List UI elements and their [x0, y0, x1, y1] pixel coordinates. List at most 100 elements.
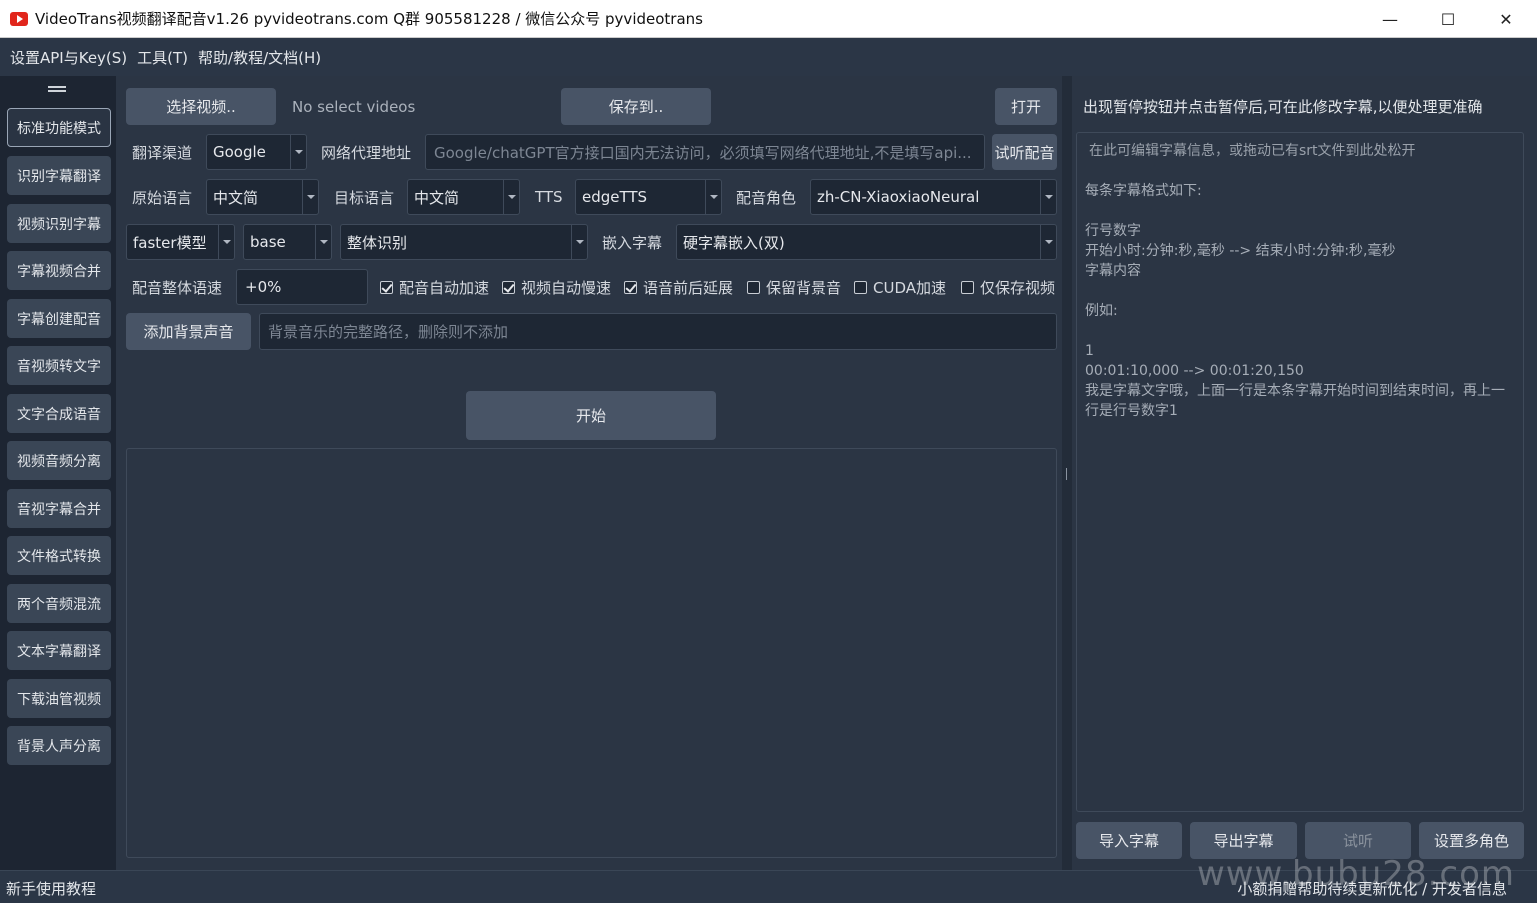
checkbox-label: 配音自动加速: [399, 278, 490, 297]
sidebar-item-format-convert[interactable]: 文件格式转换: [7, 536, 111, 575]
subtitle-editor-placeholder: 在此可编辑字幕信息，或拖动已有srt文件到此处松开: [1089, 143, 1416, 159]
log-output-area[interactable]: [126, 448, 1057, 858]
listen-dub-button[interactable]: 试听配音: [992, 134, 1057, 170]
subtitle-tip-text: 出现暂停按钮并点击暂停后,可在此修改字幕,以便处理更准确: [1083, 98, 1483, 116]
close-button[interactable]: ✕: [1477, 0, 1535, 38]
add-bgm-button[interactable]: 添加背景声音: [126, 313, 251, 350]
sidebar-item-vocal-separate[interactable]: 背景人声分离: [7, 726, 111, 765]
speed-label: 配音整体语速: [132, 278, 223, 297]
model-type-select[interactable]: faster模型: [126, 224, 235, 260]
target-language-select[interactable]: 中文简: [407, 179, 520, 215]
editor-line: 00:01:10,000 --> 00:01:20,150: [1085, 363, 1304, 379]
checkbox-checked-icon: [624, 280, 637, 294]
recognition-mode-value: 整体识别: [347, 233, 408, 252]
multi-role-button[interactable]: 设置多角色: [1419, 822, 1524, 859]
app-logo-icon: [10, 11, 28, 26]
save-to-button[interactable]: 保存到..: [561, 88, 711, 125]
checkbox-label: 视频自动慢速: [521, 278, 612, 297]
sidebar: 标准功能模式 识别字幕翻译 视频识别字幕 字幕视频合并 字幕创建配音 音视频转文…: [0, 76, 116, 870]
editor-line: 字幕内容: [1085, 263, 1141, 279]
editor-line: 开始小时:分钟:秒,毫秒 --> 结束小时:分钟:秒,毫秒: [1085, 243, 1396, 259]
menu-bar: 设置API与Key(S) 工具(T) 帮助/教程/文档(H): [0, 38, 1537, 76]
sidebar-item-standard-mode[interactable]: 标准功能模式: [7, 108, 111, 147]
tts-label: TTS: [535, 188, 563, 206]
chevron-down-icon: [315, 225, 331, 259]
model-size-value: base: [250, 233, 286, 251]
sidebar-item-audio-mix[interactable]: 两个音频混流: [7, 584, 111, 623]
translate-channel-select[interactable]: Google: [206, 134, 307, 170]
sidebar-item-av-separate[interactable]: 视频音频分离: [7, 441, 111, 480]
tts-value: edgeTTS: [582, 188, 648, 206]
checkbox-label: CUDA加速: [873, 278, 947, 297]
editor-line: 例如:: [1085, 303, 1118, 319]
subtitle-editor[interactable]: 在此可编辑字幕信息，或拖动已有srt文件到此处松开 每条字幕格式如下: 行号数字…: [1076, 132, 1524, 812]
sidebar-item-text-to-speech[interactable]: 文字合成语音: [7, 394, 111, 433]
speed-input[interactable]: +0%: [236, 269, 368, 305]
target-language-value: 中文简: [414, 188, 460, 207]
editor-line: 1: [1085, 343, 1094, 359]
sidebar-item-subtitle-video-merge[interactable]: 字幕视频合并: [7, 251, 111, 290]
donate-developer-link[interactable]: 小额捐赠帮助待续更新优化 / 开发者信息: [1237, 878, 1507, 899]
title-bar: VideoTrans视频翻译配音v1.26 pyvideotrans.com Q…: [0, 0, 1537, 38]
sidebar-handle-icon[interactable]: [48, 86, 66, 92]
checkbox-only-video[interactable]: 仅保存视频: [961, 269, 1055, 305]
sidebar-item-subtitle-dub[interactable]: 字幕创建配音: [7, 299, 111, 338]
sidebar-item-recognize-translate[interactable]: 识别字幕翻译: [7, 156, 111, 195]
start-button[interactable]: 开始: [466, 391, 716, 440]
bgm-path-input[interactable]: 背景音乐的完整路径，删除则不添加: [259, 313, 1057, 350]
checkbox-auto-speedup[interactable]: 配音自动加速: [380, 269, 489, 305]
voice-role-select[interactable]: zh-CN-XiaoxiaoNeural: [810, 179, 1057, 215]
proxy-label: 网络代理地址: [321, 143, 412, 162]
editor-blank-line: [1085, 281, 1515, 301]
checkbox-keep-bgm[interactable]: 保留背景音: [747, 269, 841, 305]
chevron-down-icon: [218, 225, 234, 259]
checkbox-unchecked-icon: [854, 280, 867, 294]
main-panel: 选择视频.. No select videos 保存到.. 打开 翻译渠道 Go…: [116, 76, 1062, 870]
menu-help[interactable]: 帮助/教程/文档(H): [198, 47, 321, 68]
checkbox-checked-icon: [502, 280, 515, 294]
chevron-down-icon: [290, 135, 306, 169]
editor-blank-line: [1085, 321, 1515, 341]
model-size-select[interactable]: base: [243, 224, 332, 260]
menu-settings-api[interactable]: 设置API与Key(S): [10, 47, 127, 68]
tts-select[interactable]: edgeTTS: [575, 179, 722, 215]
editor-blank-line: [1085, 201, 1515, 221]
sidebar-item-av-to-text[interactable]: 音视频转文字: [7, 346, 111, 385]
sidebar-item-video-recognize[interactable]: 视频识别字幕: [7, 204, 111, 243]
source-language-label: 原始语言: [132, 188, 193, 207]
minimize-button[interactable]: —: [1361, 0, 1419, 38]
open-button[interactable]: 打开: [995, 88, 1057, 125]
embed-subtitle-label: 嵌入字幕: [602, 233, 663, 252]
recognition-mode-select[interactable]: 整体识别: [340, 224, 588, 260]
sidebar-item-text-subtitle-translate[interactable]: 文本字幕翻译: [7, 631, 111, 670]
chevron-down-icon: [571, 225, 587, 259]
proxy-input[interactable]: Google/chatGPT官方接口国内无法访问，必须填写网络代理地址,不是填写…: [425, 134, 985, 170]
chevron-down-icon: [705, 180, 721, 214]
checkbox-video-slowdown[interactable]: 视频自动慢速: [502, 269, 611, 305]
panel-splitter[interactable]: [1062, 76, 1072, 870]
checkbox-cuda[interactable]: CUDA加速: [854, 269, 946, 305]
listen-button[interactable]: 试听: [1305, 822, 1411, 859]
selected-video-text: No select videos: [292, 97, 416, 116]
editor-line: 我是字幕文字哦，上面一行是本条字幕开始时间到结束时间，再上一行是行号数字1: [1085, 383, 1505, 419]
maximize-button[interactable]: ☐: [1419, 0, 1477, 38]
select-video-button[interactable]: 选择视频..: [126, 88, 276, 125]
checkbox-unchecked-icon: [961, 280, 974, 294]
chevron-down-icon: [1040, 225, 1056, 259]
import-subtitle-button[interactable]: 导入字幕: [1076, 822, 1182, 859]
subtitle-panel: 出现暂停按钮并点击暂停后,可在此修改字幕,以便处理更准确 在此可编辑字幕信息，或…: [1072, 76, 1537, 870]
sidebar-item-av-subtitle-merge[interactable]: 音视字幕合并: [7, 489, 111, 528]
menu-tools[interactable]: 工具(T): [137, 47, 188, 68]
embed-subtitle-select[interactable]: 硬字幕嵌入(双): [676, 224, 1057, 260]
checkbox-voice-extend[interactable]: 语音前后延展: [624, 269, 733, 305]
checkbox-label: 保留背景音: [766, 278, 842, 297]
chevron-down-icon: [1040, 180, 1056, 214]
tutorial-link[interactable]: 新手使用教程: [6, 878, 96, 899]
translate-channel-label: 翻译渠道: [132, 143, 193, 162]
export-subtitle-button[interactable]: 导出字幕: [1190, 822, 1297, 859]
checkbox-checked-icon: [380, 280, 393, 294]
source-language-select[interactable]: 中文简: [206, 179, 319, 215]
splitter-grip-icon: [1066, 468, 1067, 480]
sidebar-item-youtube-download[interactable]: 下载油管视频: [7, 679, 111, 718]
chevron-down-icon: [302, 180, 318, 214]
